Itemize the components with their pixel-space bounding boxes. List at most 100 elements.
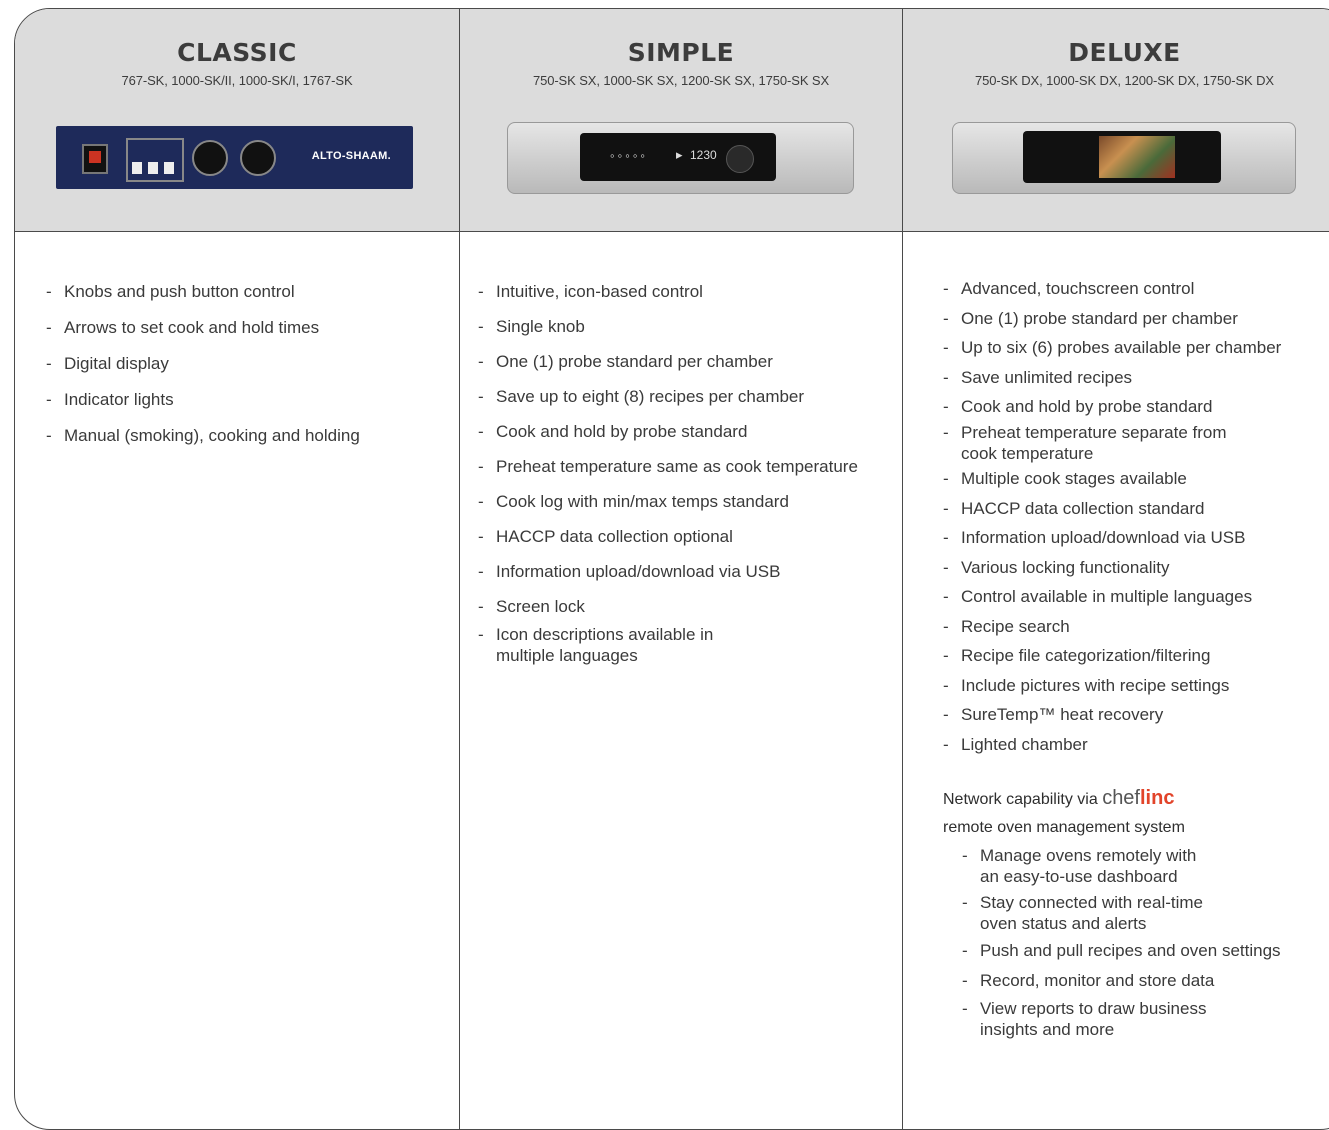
list-item: - Multiple cook stages available bbox=[943, 464, 1323, 494]
list-item-text: Up to six (6) probes available per chamb… bbox=[961, 338, 1282, 357]
list-item-text: Stay connected with real-time bbox=[980, 892, 1203, 912]
list-item: - Cook log with min/max temps standard bbox=[478, 484, 898, 519]
bullet-dash: - bbox=[478, 317, 484, 336]
list-item-text: SureTemp™ heat recovery bbox=[961, 705, 1164, 724]
list-item-text: Save unlimited recipes bbox=[961, 367, 1133, 387]
bullet-dash: - bbox=[943, 705, 949, 724]
list-item: - Arrows to set cook and hold times bbox=[46, 310, 446, 346]
list-item: - Knobs and push button control bbox=[46, 274, 446, 310]
bullet-dash: - bbox=[478, 597, 484, 616]
classic-title: CLASSIC bbox=[177, 38, 297, 67]
control-screen: ◦◦◦◦◦ ▸ 1230 bbox=[580, 133, 776, 181]
list-item: - Digital display bbox=[46, 346, 446, 382]
list-item-text: Knobs and push button control bbox=[64, 282, 295, 301]
list-item-text: Include pictures with recipe settings bbox=[961, 675, 1230, 695]
list-item-text: One (1) probe standard per chamber bbox=[496, 352, 773, 371]
deluxe-title: DELUXE bbox=[1068, 38, 1181, 67]
bullet-dash: - bbox=[962, 892, 968, 912]
list-item: - Control available in multiple languages bbox=[943, 582, 1323, 612]
list-item: - View reports to draw business insights a… bbox=[962, 998, 1322, 1041]
list-item-text: Intuitive, icon-based control bbox=[496, 282, 703, 301]
simple-header: SIMPLE 750-SK SX, 1000-SK SX, 1200-SK SX… bbox=[459, 8, 903, 88]
digital-display-icon bbox=[126, 138, 184, 182]
list-item-text: Record, monitor and store data bbox=[980, 971, 1215, 990]
list-item: - Cook and hold by probe standard bbox=[478, 414, 898, 449]
list-item-text: Cook and hold by probe standard bbox=[961, 397, 1213, 416]
list-item: - HACCP data collection optional bbox=[478, 519, 898, 554]
bullet-dash: - bbox=[943, 498, 949, 518]
list-item-text: Cook log with min/max temps standard bbox=[496, 492, 789, 511]
list-item-text: Recipe search bbox=[961, 616, 1070, 636]
list-item-text: Digital display bbox=[64, 354, 169, 373]
icon-row: ◦◦◦◦◦ bbox=[610, 148, 649, 163]
deluxe-feature-list: - Advanced, touchscreen control - One (1) p… bbox=[943, 274, 1323, 759]
list-item-text: Information upload/download via USB bbox=[961, 528, 1246, 547]
list-item-text: Icon descriptions available in bbox=[496, 625, 714, 644]
bullet-dash: - bbox=[943, 367, 949, 387]
list-item-text: oven status and alerts bbox=[980, 913, 1147, 933]
knob-icon bbox=[726, 145, 754, 173]
list-item-text: Preheat temperature same as cook tempera… bbox=[496, 457, 858, 476]
list-item-text: Manage ovens remotely with bbox=[980, 846, 1197, 865]
bullet-dash: - bbox=[46, 282, 52, 301]
bullet-dash: - bbox=[943, 675, 949, 695]
list-item: - Push and pull recipes and oven settings bbox=[962, 938, 1322, 964]
list-item: - Intuitive, icon-based control bbox=[478, 274, 898, 309]
bullet-dash: - bbox=[943, 308, 949, 328]
list-item: - Screen lock bbox=[478, 589, 898, 624]
list-item: - Recipe search bbox=[943, 612, 1323, 642]
bullet-dash: - bbox=[46, 354, 52, 373]
list-item: - Information upload/download via USB bbox=[943, 523, 1323, 553]
bullet-dash: - bbox=[943, 528, 949, 547]
list-item: - Include pictures with recipe settings bbox=[943, 671, 1323, 701]
bullet-dash: - bbox=[943, 587, 949, 606]
bullet-dash: - bbox=[943, 646, 949, 665]
list-item-text: Single knob bbox=[496, 317, 585, 336]
list-item-text: Preheat temperature separate from bbox=[961, 422, 1227, 442]
list-item-text: HACCP data collection standard bbox=[961, 498, 1205, 518]
bullet-dash: - bbox=[478, 527, 484, 546]
list-item: - HACCP data collection standard bbox=[943, 494, 1323, 524]
classic-models: 767-SK, 1000-SK/II, 1000-SK/I, 1767-SK bbox=[121, 73, 353, 88]
list-item: - Various locking functionality bbox=[943, 553, 1323, 583]
network-feature-list: - Manage ovens remotely with an easy-to-us… bbox=[962, 845, 1322, 1045]
bullet-dash: - bbox=[943, 338, 949, 357]
classic-header: CLASSIC 767-SK, 1000-SK/II, 1000-SK/I, 1… bbox=[14, 8, 460, 88]
list-item-text: One (1) probe standard per chamber bbox=[961, 308, 1238, 328]
bullet-dash: - bbox=[943, 279, 949, 298]
touchscreen bbox=[1023, 131, 1221, 183]
column-divider bbox=[459, 9, 460, 1129]
list-item-text: View reports to draw business bbox=[980, 999, 1207, 1018]
simple-models: 750-SK SX, 1000-SK SX, 1200-SK SX, 1750-… bbox=[532, 73, 830, 88]
recipe-pictures bbox=[1099, 136, 1175, 178]
bullet-dash: - bbox=[478, 562, 484, 581]
list-item: - Record, monitor and store data bbox=[962, 968, 1322, 994]
time-readout: 1230 bbox=[690, 148, 717, 162]
list-item: - Manage ovens remotely with an easy-to-us… bbox=[962, 845, 1322, 888]
bullet-dash: - bbox=[943, 734, 949, 754]
column-divider bbox=[902, 9, 903, 1129]
bullet-dash: - bbox=[478, 282, 484, 301]
bullet-dash: - bbox=[943, 469, 949, 488]
list-item-text: an easy-to-use dashboard bbox=[980, 867, 1178, 887]
bullet-dash: - bbox=[962, 971, 968, 990]
deluxe-models: 750-SK DX, 1000-SK DX, 1200-SK DX, 1750-… bbox=[975, 73, 1274, 88]
simple-control-panel-image: ◦◦◦◦◦ ▸ 1230 bbox=[507, 122, 854, 194]
bullet-dash: - bbox=[46, 390, 52, 409]
list-item-text: Indicator lights bbox=[64, 390, 174, 409]
list-item-text: Information upload/download via USB bbox=[496, 562, 781, 581]
bullet-dash: - bbox=[478, 492, 484, 511]
list-item: - Preheat temperature same as cook temper… bbox=[478, 449, 898, 484]
list-item: - One (1) probe standard per chamber bbox=[943, 304, 1323, 334]
bullet-dash: - bbox=[478, 352, 484, 371]
bullet-dash: - bbox=[962, 941, 968, 960]
list-item: - Save unlimited recipes bbox=[943, 363, 1323, 393]
knob-icon bbox=[192, 140, 228, 176]
list-item: - Icon descriptions available in multiple … bbox=[478, 624, 898, 667]
play-icon: ▸ bbox=[676, 147, 683, 162]
bullet-dash: - bbox=[943, 397, 949, 416]
deluxe-header: DELUXE 750-SK DX, 1000-SK DX, 1200-SK DX… bbox=[902, 8, 1329, 88]
network-prefix: Network capability via bbox=[943, 791, 1098, 808]
cheflinc-logo: cheflinc bbox=[1102, 787, 1175, 809]
list-item: - Preheat temperature separate from cook t… bbox=[943, 422, 1323, 465]
